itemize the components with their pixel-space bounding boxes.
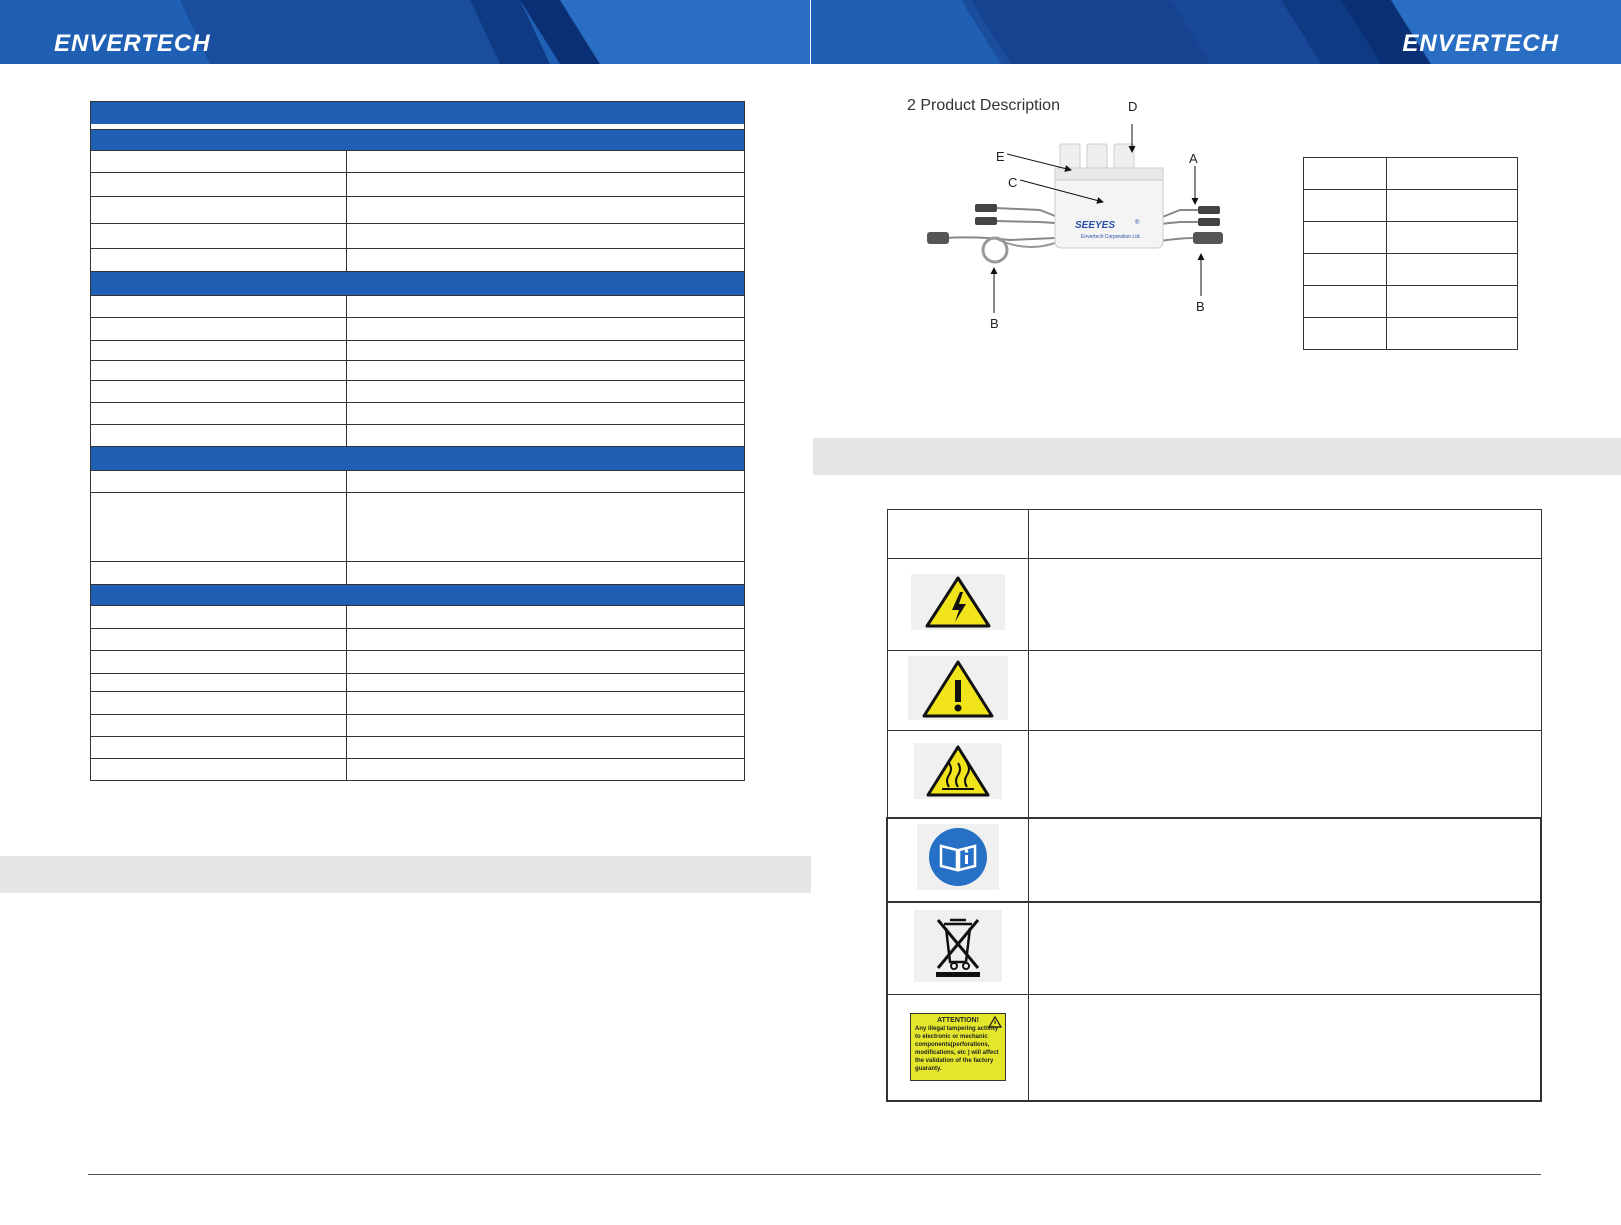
table-row xyxy=(91,317,744,340)
callout-label: A xyxy=(1189,151,1198,166)
table-row xyxy=(91,248,744,271)
table-row xyxy=(91,424,744,446)
section-header-bar xyxy=(91,446,744,470)
table-row xyxy=(91,758,744,780)
table-row xyxy=(1303,317,1518,350)
device-subtext: Envertech Corporation Ltd. xyxy=(1081,234,1141,240)
table-row xyxy=(91,628,744,650)
specification-table xyxy=(90,101,745,781)
table-row xyxy=(91,492,744,561)
table-row xyxy=(1303,157,1518,190)
table-row xyxy=(886,900,1542,995)
callout-label: D xyxy=(1128,99,1138,114)
warning-triangle-icon xyxy=(988,1016,1002,1028)
table-row xyxy=(91,714,744,736)
callout-label: B xyxy=(990,316,999,331)
table-row xyxy=(1303,189,1518,222)
table-row xyxy=(91,470,744,492)
weee-disposal-icon xyxy=(914,909,1002,982)
general-warning-icon xyxy=(907,656,1008,720)
footer-rule xyxy=(88,1174,1541,1175)
section-header-bar xyxy=(91,129,744,150)
table-row xyxy=(91,673,744,691)
table-row xyxy=(886,558,1542,651)
section-title: 2 Product Description xyxy=(907,97,1060,114)
table-row xyxy=(91,150,744,172)
table-row xyxy=(91,196,744,223)
hot-surface-warning-icon xyxy=(913,743,1002,800)
table-row xyxy=(91,650,744,673)
attention-label-icon: ATTENTION! Any illegal tampering activit… xyxy=(910,1013,1006,1082)
table-row xyxy=(91,561,744,584)
table-row: ATTENTION! Any illegal tampering activit… xyxy=(886,994,1542,1102)
table-row xyxy=(91,736,744,758)
table-row xyxy=(1303,285,1518,318)
read-manual-icon xyxy=(917,824,999,890)
table-row xyxy=(91,402,744,424)
section-heading-band xyxy=(813,438,1621,475)
callout-label: B xyxy=(1196,299,1205,314)
table-row xyxy=(91,295,744,317)
brand-logo: ENVERTECH xyxy=(1402,30,1559,57)
callout-label: E xyxy=(996,149,1005,164)
table-row xyxy=(91,605,744,628)
table-row xyxy=(886,509,1542,559)
device-brand-text: SEEYES xyxy=(1075,220,1115,231)
high-voltage-warning-icon xyxy=(910,574,1005,630)
safety-symbols-table: ATTENTION! Any illegal tampering activit… xyxy=(886,509,1542,1102)
brand-logo: ENVERTECH xyxy=(54,30,211,57)
table-title-bar xyxy=(91,102,744,124)
section-heading-band xyxy=(0,856,811,893)
table-row xyxy=(91,223,744,248)
table-row xyxy=(91,691,744,714)
header-banner-left: ENVERTECH xyxy=(0,0,810,64)
table-row xyxy=(91,172,744,196)
table-row xyxy=(1303,253,1518,286)
attention-label-body: Any illegal tampering activity to electr… xyxy=(915,1026,999,1073)
table-row xyxy=(886,650,1542,731)
table-row xyxy=(91,340,744,360)
section-header-bar xyxy=(91,584,744,605)
section-header-bar xyxy=(91,271,744,295)
callout-label: C xyxy=(1008,175,1018,190)
table-row xyxy=(1303,221,1518,254)
table-row xyxy=(886,730,1542,818)
device-brand-mark: ® xyxy=(1135,219,1140,226)
table-row xyxy=(91,380,744,402)
table-row xyxy=(91,360,744,380)
table-row xyxy=(886,816,1542,902)
header-banner-right: ENVERTECH xyxy=(811,0,1621,64)
component-key-table xyxy=(1303,157,1518,350)
